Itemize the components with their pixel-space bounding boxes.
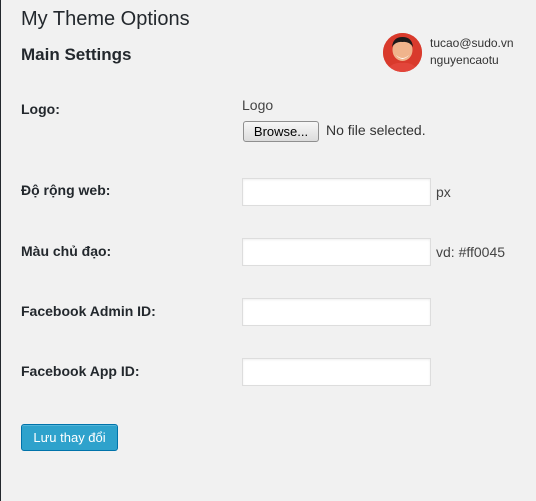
web-width-unit: px (436, 184, 451, 200)
facebook-app-id-input[interactable] (242, 358, 431, 386)
web-width-input[interactable] (242, 178, 431, 206)
section-title: Main Settings (21, 45, 132, 64)
browse-button[interactable]: Browse... (243, 121, 319, 142)
facebook-admin-id-input[interactable] (242, 298, 431, 326)
avatar-photo-icon (383, 33, 422, 72)
profile-email: tucao@sudo.vn (430, 36, 514, 50)
facebook-admin-id-label: Facebook Admin ID: (21, 303, 156, 319)
admin-sidebar-edge (0, 0, 1, 501)
logo-caption: Logo (242, 97, 274, 113)
main-color-hint: vd: #ff0045 (436, 244, 506, 260)
profile-name: nguyencaotu (430, 53, 499, 67)
web-width-label: Độ rộng web: (21, 182, 111, 198)
file-status: No file selected. (326, 122, 426, 138)
page-title: My Theme Options (21, 8, 190, 30)
user-profile[interactable]: tucao@sudo.vn nguyencaotu (383, 33, 533, 73)
save-changes-button[interactable]: Lưu thay đổi (21, 424, 118, 451)
avatar[interactable] (383, 33, 422, 72)
facebook-app-id-label: Facebook App ID: (21, 363, 140, 379)
main-color-input[interactable] (242, 238, 431, 266)
logo-label: Logo: (21, 101, 60, 117)
main-color-label: Màu chủ đạo: (21, 243, 112, 259)
